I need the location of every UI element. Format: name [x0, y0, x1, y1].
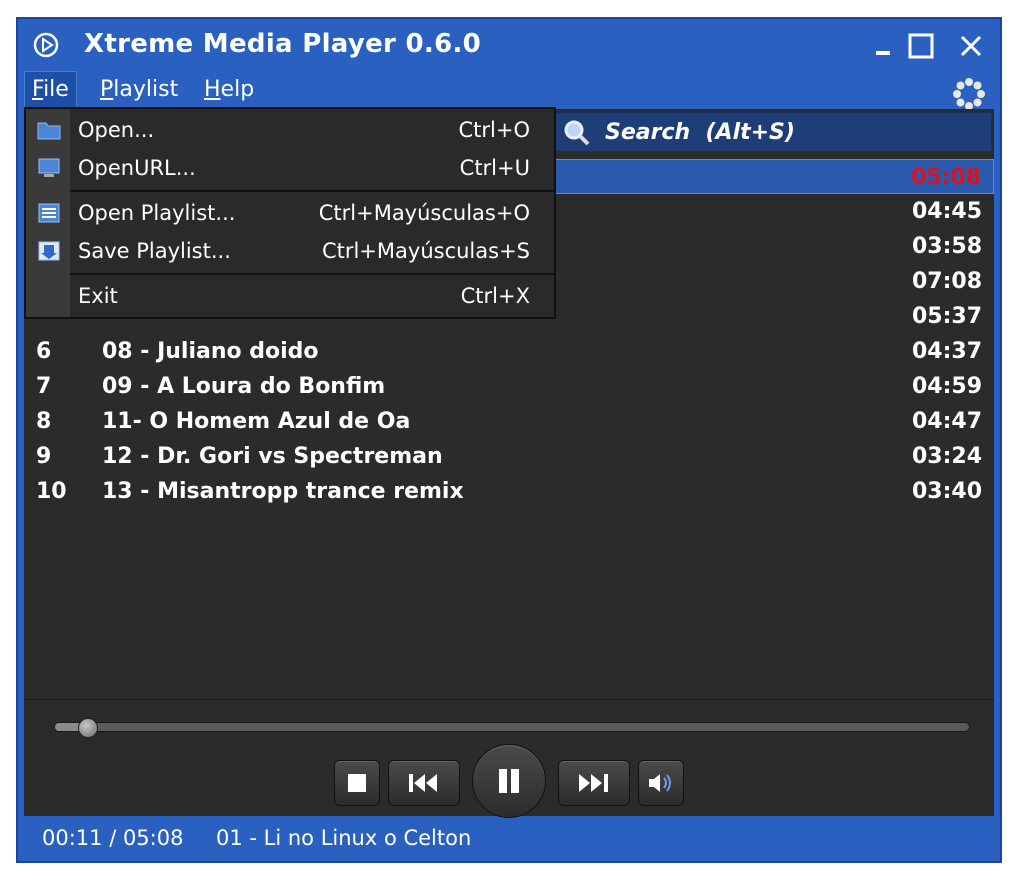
search-placeholder: Search (Alt+S): [605, 120, 795, 145]
track-duration: 05:37: [911, 304, 982, 329]
menu-item-open-playlist[interactable]: Open Playlist... Ctrl+Mayúsculas+O: [26, 194, 554, 232]
menu-item-label: Save Playlist...: [78, 239, 231, 263]
menu-separator: [70, 273, 554, 275]
menu-bar: File Playlist Help: [24, 71, 994, 111]
next-button[interactable]: [558, 760, 630, 806]
track-title: 13 - Misantropp trance remix: [102, 479, 464, 504]
track-title: 08 - Juliano doido: [102, 339, 319, 364]
pause-icon: [499, 769, 519, 793]
previous-icon: [409, 774, 437, 792]
menu-item-shortcut: Ctrl+Mayúsculas+O: [318, 201, 530, 225]
playlist-row[interactable]: 6 08 - Juliano doido 04:37: [24, 334, 994, 369]
track-title: 09 - A Loura do Bonfim: [102, 374, 386, 399]
busy-spinner-icon: [952, 77, 986, 111]
status-bar: 00:11 / 05:08 01 - Li no Linux o Celton: [24, 815, 994, 861]
menu-item-open-url[interactable]: OpenURL... Ctrl+U: [26, 149, 554, 187]
track-number: 10: [36, 479, 67, 504]
menu-item-shortcut: Ctrl+X: [460, 284, 530, 308]
status-time: 00:11 / 05:08: [42, 826, 184, 850]
close-button[interactable]: [954, 29, 988, 63]
window-title: Xtreme Media Player 0.6.0: [84, 29, 482, 59]
track-title: 12 - Dr. Gori vs Spectreman: [102, 444, 443, 469]
status-track: 01 - Li no Linux o Celton: [216, 826, 472, 850]
menu-file[interactable]: File: [24, 71, 77, 109]
maximize-button[interactable]: [904, 29, 938, 63]
track-number: 8: [36, 409, 52, 434]
menu-item-exit[interactable]: Exit Ctrl+X: [26, 277, 554, 315]
playlist-open-icon: [36, 201, 62, 225]
track-duration: 04:47: [911, 409, 982, 434]
track-number: 9: [36, 444, 52, 469]
seek-slider[interactable]: [54, 718, 970, 738]
track-duration: 04:37: [911, 339, 982, 364]
track-duration: 07:08: [911, 269, 982, 294]
menu-help[interactable]: Help: [196, 71, 262, 109]
menu-item-label: OpenURL...: [78, 156, 196, 180]
track-duration: 03:24: [911, 444, 982, 469]
search-field[interactable]: Search (Alt+S): [554, 112, 992, 152]
track-duration: 03:40: [911, 479, 982, 504]
title-bar[interactable]: Xtreme Media Player 0.6.0: [18, 19, 1000, 71]
seek-handle[interactable]: [77, 718, 98, 738]
computer-icon: [36, 156, 62, 180]
playback-controls: [24, 699, 994, 818]
volume-icon: [649, 774, 671, 792]
app-logo-icon: [32, 31, 60, 59]
folder-icon: [36, 118, 62, 142]
playlist-row[interactable]: 8 11- O Homem Azul de Oa 04:47: [24, 404, 994, 439]
close-icon: [960, 35, 982, 57]
playlist-row[interactable]: 10 13 - Misantropp trance remix 03:40: [24, 474, 994, 509]
menu-item-shortcut: Ctrl+Mayúsculas+S: [321, 239, 530, 263]
minimize-icon: [876, 51, 890, 55]
track-number: 6: [36, 339, 52, 364]
track-duration: 04:59: [911, 374, 982, 399]
playlist-row[interactable]: 7 09 - A Loura do Bonfim 04:59: [24, 369, 994, 404]
track-duration: 03:58: [911, 234, 982, 259]
minimize-button[interactable]: [868, 29, 902, 63]
stop-button[interactable]: [334, 760, 380, 806]
menu-item-save-playlist[interactable]: Save Playlist... Ctrl+Mayúsculas+S: [26, 232, 554, 270]
menu-item-shortcut: Ctrl+U: [459, 156, 530, 180]
track-title: 11- O Homem Azul de Oa: [102, 409, 411, 434]
track-duration: 05:08: [910, 165, 981, 190]
menu-item-label: Open Playlist...: [78, 201, 236, 225]
search-icon: [561, 117, 593, 149]
menu-playlist[interactable]: Playlist: [92, 71, 186, 109]
track-number: 7: [36, 374, 52, 399]
maximize-icon: [908, 33, 934, 59]
menu-separator: [70, 190, 554, 192]
menu-item-label: Exit: [78, 284, 118, 308]
track-duration: 04:45: [911, 199, 982, 224]
volume-button[interactable]: [638, 760, 684, 806]
file-menu-dropdown: Open... Ctrl+O OpenURL... Ctrl+U Open Pl…: [24, 107, 556, 319]
playlist-save-icon: [36, 239, 62, 263]
playlist-row[interactable]: 9 12 - Dr. Gori vs Spectreman 03:24: [24, 439, 994, 474]
next-icon: [579, 774, 608, 792]
stop-icon: [348, 774, 366, 792]
menu-item-label: Open...: [78, 118, 155, 142]
pause-button[interactable]: [472, 744, 546, 818]
menu-item-open[interactable]: Open... Ctrl+O: [26, 111, 554, 149]
menu-item-shortcut: Ctrl+O: [458, 118, 531, 142]
previous-button[interactable]: [388, 760, 460, 806]
